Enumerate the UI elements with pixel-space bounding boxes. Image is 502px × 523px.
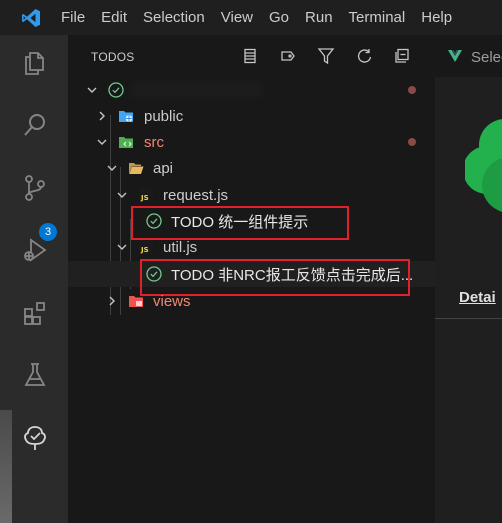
filter-icon[interactable] xyxy=(316,46,336,66)
tree-item-util-js[interactable]: JS util.js xyxy=(68,234,435,260)
status-dot xyxy=(408,86,416,94)
sidebar-header: TODOS xyxy=(68,35,435,77)
tree-item-api[interactable]: api xyxy=(68,155,435,181)
title-bar: File Edit Selection View Go Run Terminal… xyxy=(0,0,502,35)
vscode-logo-icon xyxy=(22,8,40,27)
tree-item-label: public xyxy=(144,107,184,125)
redacted-root-label xyxy=(132,81,262,98)
view-as-list-icon[interactable] xyxy=(240,46,260,66)
tree-item-label: api xyxy=(153,159,174,177)
sidebar-title: TODOS xyxy=(91,50,135,64)
editor-area: Selec Detai xyxy=(435,35,502,523)
source-control-icon[interactable] xyxy=(20,173,50,203)
svg-text:JS: JS xyxy=(140,194,149,202)
tag-icon[interactable] xyxy=(278,46,298,66)
status-dot xyxy=(408,138,416,146)
menu-run[interactable]: Run xyxy=(297,0,341,35)
editor-tab-bar: Selec xyxy=(435,35,502,77)
menu-edit[interactable]: Edit xyxy=(93,0,135,35)
chevron-down-icon[interactable] xyxy=(104,160,120,176)
folder-public-icon xyxy=(118,108,134,124)
preview-plant-graphic xyxy=(465,119,502,212)
activity-bar: 3 xyxy=(0,35,68,523)
todo-tree-icon[interactable] xyxy=(20,423,50,453)
run-debug-icon[interactable] xyxy=(20,235,50,265)
extensions-icon[interactable] xyxy=(20,298,50,328)
tree-item-label: util.js xyxy=(163,238,198,256)
tree-item-src[interactable]: src xyxy=(68,129,435,155)
svg-text:JS: JS xyxy=(140,246,149,254)
menu-terminal[interactable]: Terminal xyxy=(341,0,414,35)
testing-icon[interactable] xyxy=(20,360,50,390)
chevron-right-icon[interactable] xyxy=(94,108,110,124)
divider xyxy=(435,318,502,319)
menu-selection[interactable]: Selection xyxy=(135,0,213,35)
tree-item-request-js[interactable]: JS request.js xyxy=(68,182,435,208)
tree-item-label: src xyxy=(144,133,164,151)
detail-tab-label[interactable]: Detai xyxy=(459,289,496,306)
search-icon[interactable] xyxy=(20,110,50,140)
todo-tree-sidebar: TODOS public src api JS request.js TODO … xyxy=(68,35,435,523)
refresh-icon[interactable] xyxy=(354,46,374,66)
menu-bar: File Edit Selection View Go Run Terminal… xyxy=(61,0,460,35)
javascript-file-icon: JS xyxy=(138,187,154,203)
tree-item-views[interactable]: views xyxy=(68,288,435,314)
chevron-down-icon[interactable] xyxy=(114,239,130,255)
folder-src-icon xyxy=(118,134,134,150)
folder-views-icon xyxy=(128,293,144,309)
vue-icon xyxy=(447,48,463,64)
tree-item-label: request.js xyxy=(163,186,229,204)
tree-item-label: views xyxy=(153,292,191,310)
javascript-file-icon: JS xyxy=(138,239,154,255)
chevron-down-icon[interactable] xyxy=(114,187,130,203)
menu-help[interactable]: Help xyxy=(413,0,460,35)
chevron-down-icon[interactable] xyxy=(94,134,110,150)
menu-file[interactable]: File xyxy=(61,0,93,35)
folder-open-icon xyxy=(128,160,144,176)
tree-item-public[interactable]: public xyxy=(68,103,435,129)
editor-tab-label[interactable]: Selec xyxy=(471,49,502,66)
check-circle-icon xyxy=(108,82,124,98)
menu-view[interactable]: View xyxy=(213,0,261,35)
explorer-icon[interactable] xyxy=(20,48,50,78)
desktop-background-strip xyxy=(0,410,12,523)
chevron-right-icon[interactable] xyxy=(104,293,120,309)
collapse-all-icon[interactable] xyxy=(392,46,412,66)
tree-root-row[interactable] xyxy=(68,77,435,103)
chevron-down-icon[interactable] xyxy=(84,82,100,98)
menu-go[interactable]: Go xyxy=(261,0,297,35)
